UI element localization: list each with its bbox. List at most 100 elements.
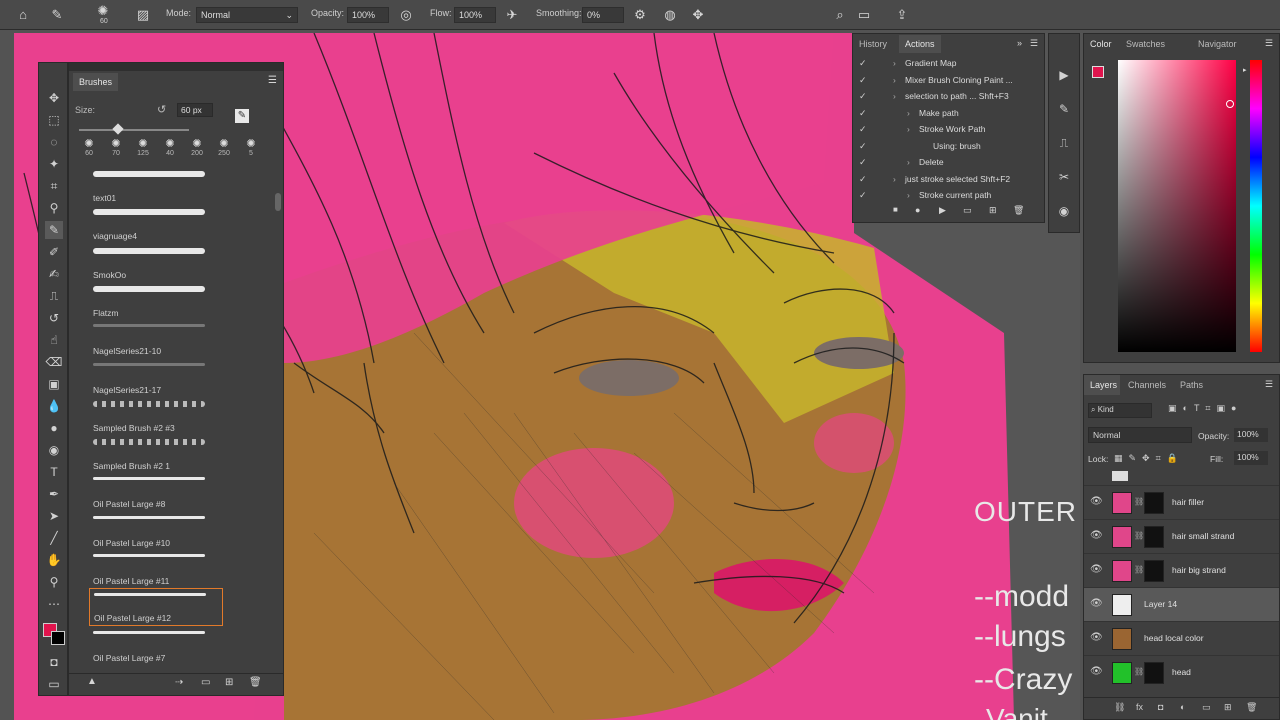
layer-name[interactable]: hair filler — [1172, 497, 1204, 507]
tab-swatches[interactable]: Swatches — [1126, 39, 1165, 49]
layer-thumbnail[interactable] — [1112, 492, 1132, 514]
tab-actions[interactable]: Actions — [899, 35, 941, 53]
check-icon[interactable]: ✓ — [859, 108, 867, 119]
opacity-field[interactable]: 100% — [347, 7, 389, 23]
mixer-brush-tool-icon[interactable]: ✍ — [45, 265, 63, 283]
create-brush-icon[interactable]: ✎ — [235, 109, 249, 123]
panel-menu-icon[interactable]: ☰ — [1265, 38, 1273, 49]
styles-icon[interactable]: ◉ — [1055, 202, 1073, 220]
clone-stamp-tool-icon[interactable]: ⎍ — [45, 287, 63, 305]
layer-name[interactable]: hair big strand — [1172, 565, 1226, 575]
visibility-eye-icon[interactable]: 👁 — [1090, 666, 1103, 677]
add-mask-icon[interactable]: ◘ — [1158, 702, 1163, 712]
eyedropper-tool-icon[interactable]: ⚲ — [45, 199, 63, 217]
eraser-tool-icon[interactable]: ⌫ — [45, 353, 63, 371]
expand-chevron-icon[interactable]: › — [907, 124, 910, 134]
preset-tip[interactable]: ✺ 40 — [158, 137, 182, 163]
filter-icons[interactable]: ▣◐T⌗▣● — [1168, 403, 1278, 414]
new-layer-icon[interactable]: ⊞ — [1224, 702, 1232, 713]
panel-menu-icon[interactable]: ☰ — [1030, 38, 1038, 49]
layer-name[interactable]: Layer 14 — [1144, 599, 1177, 609]
preset-tip[interactable]: ✺ 5 — [239, 137, 263, 163]
lasso-tool-icon[interactable]: ◌ — [45, 133, 63, 151]
dodge-tool-icon[interactable]: ● — [45, 419, 63, 437]
color-picker-handle[interactable] — [1226, 100, 1234, 108]
stop-icon[interactable]: ■ — [893, 205, 898, 214]
size-small-icon[interactable]: ▲ — [87, 676, 97, 687]
brush-item[interactable]: Sampled Brush #2 #3 — [89, 397, 223, 435]
link-layers-icon[interactable]: ⛓ — [1114, 702, 1125, 713]
preset-tip[interactable]: ✺ 125 — [131, 137, 155, 163]
clone-source-icon[interactable]: ⎍ — [1055, 134, 1073, 152]
mode-dropdown[interactable]: Normal ⌄ — [196, 7, 298, 23]
marquee-tool-icon[interactable]: ⬚ — [45, 111, 63, 129]
action-item[interactable]: ✓ › just stroke selected Shft+F2 — [853, 172, 1044, 188]
hue-slider[interactable] — [1250, 60, 1262, 352]
preset-tip[interactable]: ✺ 200 — [185, 137, 209, 163]
brush-item[interactable]: Oil Pastel Large #8 — [89, 473, 223, 511]
brush-item[interactable]: Oil Pastel Large #7 — [89, 627, 223, 665]
action-item[interactable]: ✓ Using: brush — [853, 139, 1044, 155]
visibility-eye-icon[interactable]: 👁 — [1090, 496, 1103, 507]
visibility-eye-icon[interactable]: 👁 — [1090, 598, 1103, 609]
filter-dropdown[interactable]: ⌕ Kind — [1088, 403, 1152, 418]
foreground-color-swatch[interactable] — [1092, 66, 1104, 78]
layer-opacity-field[interactable]: 100% — [1234, 428, 1268, 442]
zoom-tool-icon[interactable]: ⚲ — [45, 573, 63, 591]
expand-chevron-icon[interactable]: › — [907, 157, 910, 167]
tab-color[interactable]: Color — [1090, 39, 1112, 49]
reset-size-icon[interactable]: ↺ — [157, 103, 166, 116]
expand-chevron-icon[interactable]: › — [893, 75, 896, 85]
hue-slider-handle[interactable]: ▸ — [1243, 66, 1247, 74]
brush-item[interactable]: Oil Pastel Large #12 — [89, 588, 223, 627]
layer-row[interactable]: 👁 ⛓ hair big strand — [1084, 553, 1279, 587]
preset-tip[interactable]: ✺ 250 — [212, 137, 236, 163]
brush-settings-icon[interactable]: ▨ — [134, 6, 152, 24]
screen-mode-icon[interactable]: ▭ — [45, 675, 63, 693]
record-icon[interactable]: ● — [915, 205, 920, 215]
sponge-tool-icon[interactable]: ◉ — [45, 441, 63, 459]
tab-paths[interactable]: Paths — [1180, 380, 1203, 390]
hand-tool-icon[interactable]: ✋ — [45, 551, 63, 569]
fill-field[interactable]: 100% — [1234, 451, 1268, 465]
layer-row[interactable]: 👁 Layer 14 — [1084, 587, 1279, 621]
link-icon[interactable]: ⛓ — [1134, 565, 1144, 574]
check-icon[interactable]: ✓ — [859, 124, 867, 135]
symmetry-icon[interactable]: ✥ — [689, 6, 707, 24]
new-group-icon[interactable]: ▭ — [1202, 702, 1211, 713]
layer-row[interactable]: 👁 ⛓ head — [1084, 655, 1279, 689]
brush-item[interactable]: Oil Pastel Large #10 — [89, 512, 223, 550]
check-icon[interactable]: ✓ — [859, 91, 867, 102]
brush-item[interactable]: text01 — [89, 167, 223, 205]
brush-item[interactable]: Flatzm — [89, 282, 223, 320]
tab-brushes[interactable]: Brushes — [73, 73, 119, 91]
brush-item[interactable]: Oil Pastel Large #11 — [89, 550, 223, 588]
path-select-tool-icon[interactable]: ➤ — [45, 507, 63, 525]
layer-name[interactable]: head — [1172, 667, 1191, 677]
visibility-eye-icon[interactable]: 👁 — [1090, 632, 1103, 643]
size-slider[interactable] — [79, 129, 189, 131]
link-icon[interactable]: ⛓ — [1134, 497, 1144, 506]
layer-thumbnail[interactable] — [1112, 560, 1132, 582]
quick-mask-icon[interactable]: ◘ — [45, 653, 63, 671]
tab-channels[interactable]: Channels — [1128, 380, 1166, 390]
action-item[interactable]: ✓ › Gradient Map — [853, 56, 1044, 72]
workspace-icon[interactable]: ▭ — [855, 6, 873, 24]
delete-layer-icon[interactable]: 🗑 — [1246, 702, 1257, 713]
delete-brush-icon[interactable]: 🗑 — [249, 677, 262, 688]
share-icon[interactable]: ⇪ — [893, 6, 911, 24]
search-icon[interactable]: ⌕ — [831, 6, 849, 24]
collapse-icon[interactable]: » — [1017, 38, 1022, 48]
action-item[interactable]: ✓ › Mixer Brush Cloning Paint ... — [853, 73, 1044, 89]
check-icon[interactable]: ✓ — [859, 75, 867, 86]
brush-item[interactable]: Sampled Brush #2 1 — [89, 435, 223, 473]
panel-grip[interactable] — [69, 63, 283, 71]
panel-menu-icon[interactable]: ☰ — [268, 75, 277, 86]
smudge-tool-icon[interactable]: ☝ — [45, 331, 63, 349]
expand-chevron-icon[interactable]: › — [907, 190, 910, 200]
blur-tool-icon[interactable]: 💧 — [45, 397, 63, 415]
airbrush-icon[interactable]: ✈ — [503, 6, 521, 24]
layer-mask-thumbnail[interactable] — [1144, 662, 1164, 684]
layer-row[interactable]: 👁 head local color — [1084, 621, 1279, 655]
preset-tip[interactable]: ✺ 60 — [77, 137, 101, 163]
